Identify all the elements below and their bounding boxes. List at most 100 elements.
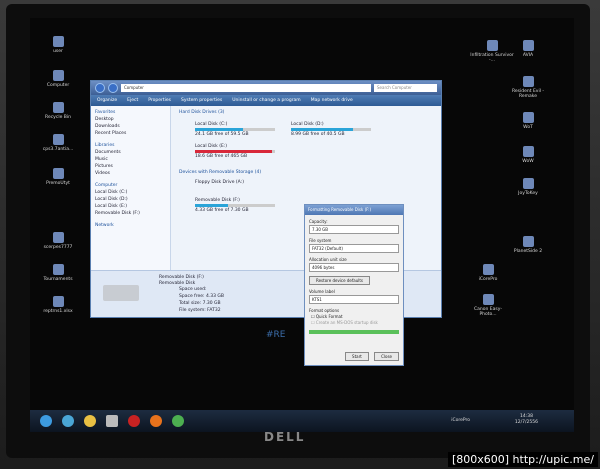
opera-icon[interactable] — [128, 415, 140, 427]
nav-item-videos[interactable]: Videos — [95, 171, 166, 176]
drive-d[interactable]: Local Disk (D:) 8.99 GB free of 40.5 GB — [291, 122, 371, 137]
msdos-label: Create an MS-DOS startup disk — [315, 320, 378, 325]
desktop-overlay-text: #RE — [266, 330, 286, 340]
uninstall-button[interactable]: Uninstall or change a program — [232, 98, 300, 103]
nav-item-downloads[interactable]: Downloads — [95, 124, 166, 129]
desktop-icon-computer[interactable]: Computer — [36, 70, 80, 88]
usage-fill — [195, 150, 272, 153]
game-icon — [522, 76, 534, 87]
back-icon[interactable] — [95, 83, 105, 93]
format-dialog: Formatting Removable Disk (F:) Capacity:… — [304, 204, 404, 366]
label: iCorePro — [478, 277, 498, 282]
desktop-icon-r5[interactable]: JoyToKey — [506, 178, 550, 196]
nav-item-desktop[interactable]: Desktop — [95, 117, 166, 122]
desktop-icon-r4[interactable]: WoW — [506, 146, 550, 164]
map-drive-button[interactable]: Map network drive — [311, 98, 353, 103]
start-button[interactable]: Start — [345, 352, 369, 361]
group-removable: Devices with Removable Storage (4) — [179, 170, 262, 175]
game-icon — [522, 236, 534, 247]
restore-defaults-button[interactable]: Restore device defaults — [309, 276, 371, 285]
label: reptrns1.xlsx — [43, 309, 73, 314]
organize-button[interactable]: Organize — [97, 98, 117, 103]
desktop-icon-user[interactable]: user — [36, 36, 80, 54]
capacity-select[interactable]: 7.30 GB — [309, 225, 399, 234]
start-orb-icon[interactable] — [40, 415, 52, 427]
folder-icon — [52, 36, 64, 47]
nav-libraries[interactable]: Libraries — [95, 143, 166, 148]
label: AVIA — [522, 53, 534, 58]
address-bar[interactable]: Computer — [121, 84, 371, 92]
details-free: Space free: 4.33 GB — [179, 294, 224, 299]
details-type: Removable Disk — [159, 281, 196, 286]
nav-network[interactable]: Network — [95, 223, 166, 228]
usage-bar — [291, 128, 371, 131]
usage-bar — [195, 204, 275, 207]
eject-button[interactable]: Eject — [127, 98, 138, 103]
watermark-stamp: [800x600] http://upic.me/ — [447, 452, 598, 467]
close-button[interactable]: Close — [374, 352, 399, 361]
desktop-icon-r3[interactable]: WoT — [506, 112, 550, 130]
nav-item-c[interactable]: Local Disk (C:) — [95, 190, 166, 195]
nav-item-pictures[interactable]: Pictures — [95, 164, 166, 169]
volume-label: Volume label — [309, 289, 335, 294]
drive-e[interactable]: Local Disk (E:) 18.6 GB free of 465 GB — [195, 144, 275, 159]
app-icon[interactable] — [106, 415, 118, 427]
capacity-label: Capacity: — [309, 219, 328, 224]
volume-input[interactable]: KTS1 — [309, 295, 399, 304]
nav-item-f[interactable]: Removable Disk (F:) — [95, 211, 166, 216]
details-fs: File system: FAT32 — [179, 308, 221, 313]
quick-format-label: Quick Format — [315, 314, 343, 319]
drive-free: 18.6 GB free of 465 GB — [195, 154, 248, 159]
app-icon — [482, 264, 494, 275]
nav-item-e[interactable]: Local Disk (E:) — [95, 204, 166, 209]
group-hard-disks: Hard Disk Drives (3) — [179, 110, 225, 115]
drive-a[interactable]: Floppy Disk Drive (A:) — [195, 180, 275, 185]
fs-select[interactable]: FAT32 (Default) — [309, 244, 399, 253]
nav-item-recent[interactable]: Recent Places — [95, 131, 166, 136]
desktop-icon-r2[interactable]: Resident Evil - Remake — [506, 76, 550, 99]
nav-favorites[interactable]: Favorites — [95, 110, 166, 115]
desktop-icon-r10[interactable]: Canon Easy-Photo... — [466, 294, 510, 317]
system-properties-button[interactable]: System properties — [181, 98, 222, 103]
usage-bar — [195, 128, 275, 131]
firefox-icon[interactable] — [150, 415, 162, 427]
msdos-checkbox[interactable]: ☐ Create an MS-DOS startup disk — [311, 320, 397, 325]
label: user — [53, 49, 63, 54]
nav-item-documents[interactable]: Documents — [95, 150, 166, 155]
photo: user Computer Recycle Bin cps3.7antia...… — [0, 0, 600, 469]
alloc-select[interactable]: 4096 bytes — [309, 263, 399, 272]
nav-computer[interactable]: Computer — [95, 183, 166, 188]
desktop-icon-7[interactable]: reptrns1.xlsx — [36, 296, 80, 314]
desktop-icon-r6[interactable]: PlanetSide 2 — [506, 236, 550, 254]
explorer-titlebar: Computer Search Computer — [91, 81, 441, 95]
format-dialog-title: Formatting Removable Disk (F:) — [305, 205, 403, 215]
desktop-icon-r8[interactable]: iCorePro — [466, 264, 510, 282]
quick-format-checkbox[interactable]: ☐ Quick Format — [311, 314, 397, 319]
desktop-icon-5[interactable]: scerpes7777 — [36, 232, 80, 250]
label: Resident Evil - Remake — [511, 89, 545, 99]
app-icon — [52, 168, 64, 179]
properties-button[interactable]: Properties — [148, 98, 171, 103]
desktop-icon-3[interactable]: cps3.7antia... — [36, 134, 80, 152]
ie-icon[interactable] — [62, 415, 74, 427]
usage-fill — [195, 204, 228, 207]
desktop-icon-6[interactable]: Tournaments — [36, 264, 80, 282]
nav-item-d[interactable]: Local Disk (D:) — [95, 197, 166, 202]
app-icon — [52, 232, 64, 243]
label: Recycle Bin — [45, 115, 71, 120]
search-input[interactable]: Search Computer — [374, 84, 437, 92]
label: PlanetSide 2 — [513, 249, 543, 254]
chrome-icon[interactable] — [172, 415, 184, 427]
desktop-icon-r1[interactable]: AVIA — [506, 40, 550, 58]
usage-fill — [291, 128, 354, 131]
forward-icon[interactable] — [108, 83, 118, 93]
clock[interactable]: 14:38 12/7/2556 — [515, 414, 538, 426]
desktop-icon-recycle[interactable]: Recycle Bin — [36, 102, 80, 120]
explorer-icon[interactable] — [84, 415, 96, 427]
desktop-icon-4[interactable]: PremoUtyt — [36, 168, 80, 186]
drive-c[interactable]: Local Disk (C:) 24.1 GB free of 59.5 GB — [195, 122, 275, 137]
drive-free: 24.1 GB free of 59.5 GB — [195, 132, 249, 137]
drive-f[interactable]: Removable Disk (F:) 4.33 GB free of 7.30… — [195, 198, 275, 213]
nav-item-music[interactable]: Music — [95, 157, 166, 162]
tray-app[interactable]: iCorePro — [451, 418, 470, 423]
